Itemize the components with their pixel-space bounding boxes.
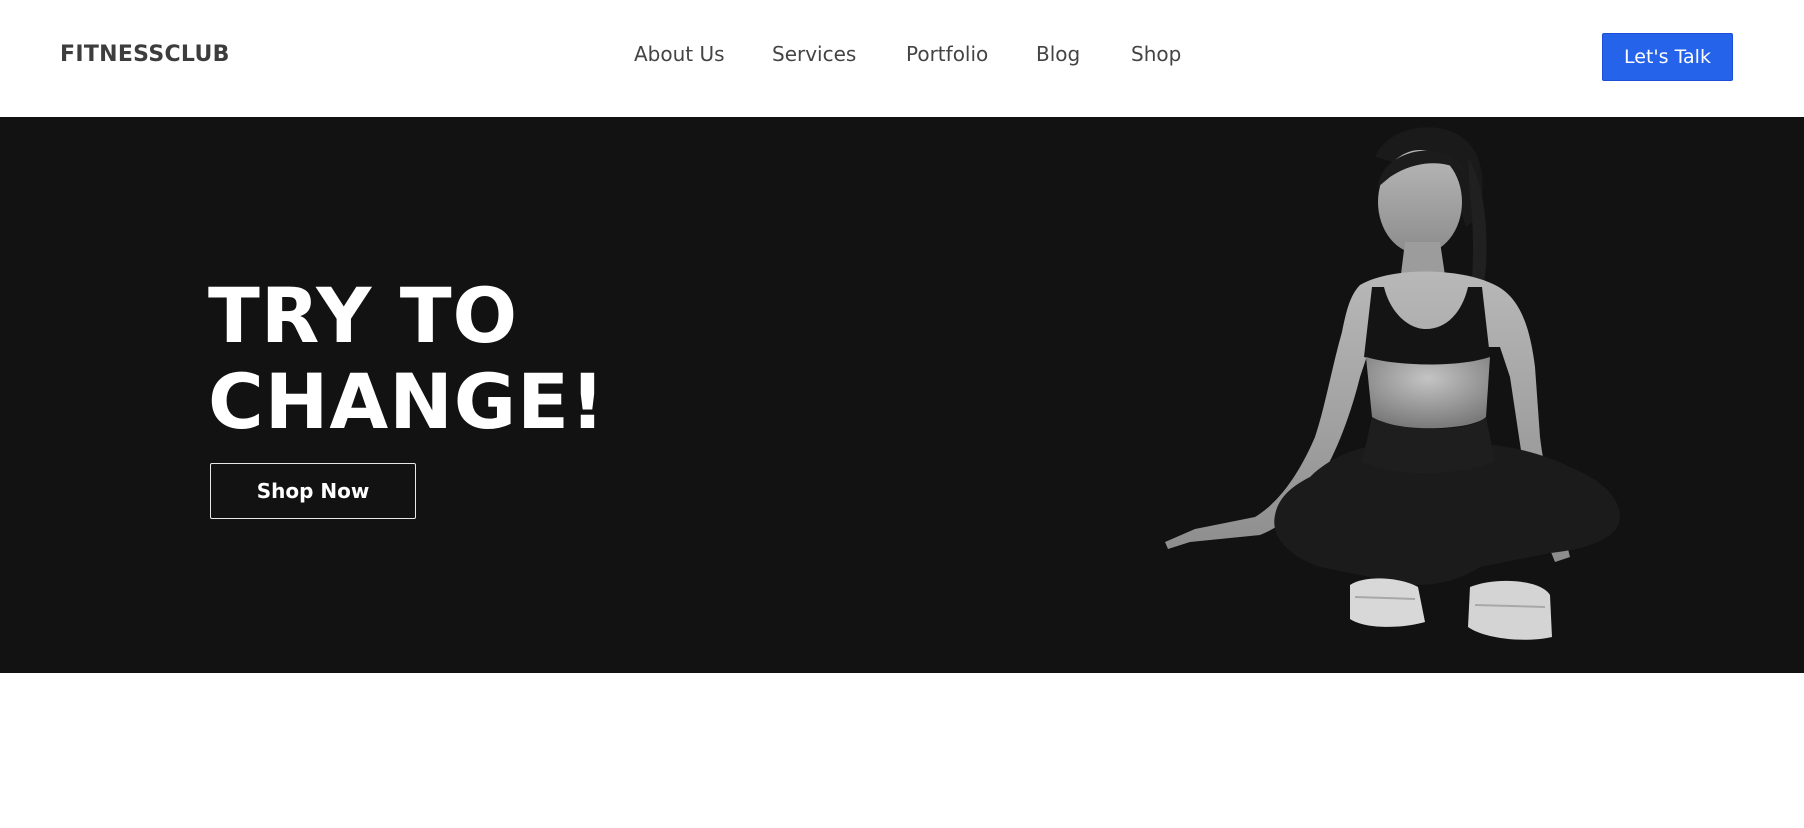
hero-banner: TRY TO CHANGE! Shop Now [0, 117, 1804, 673]
shop-now-button[interactable]: Shop Now [210, 463, 416, 519]
nav-item-blog[interactable]: Blog [1036, 42, 1080, 66]
hero-athlete-image [1165, 127, 1620, 640]
nav-item-shop[interactable]: Shop [1131, 42, 1181, 66]
hero-headline-line-2: CHANGE! [208, 357, 606, 446]
nav-item-services[interactable]: Services [772, 42, 856, 66]
lets-talk-button[interactable]: Let's Talk [1602, 33, 1733, 81]
hero-headline-line-1: TRY TO [208, 271, 519, 360]
brand-logo[interactable]: FITNESSCLUB [60, 42, 230, 67]
nav-item-portfolio[interactable]: Portfolio [906, 42, 988, 66]
hero-headline: TRY TO CHANGE! [208, 273, 606, 445]
nav-item-about-us[interactable]: About Us [634, 42, 725, 66]
page-content-area [0, 673, 1804, 828]
site-header: FITNESSCLUB About Us Services Portfolio … [0, 0, 1804, 117]
